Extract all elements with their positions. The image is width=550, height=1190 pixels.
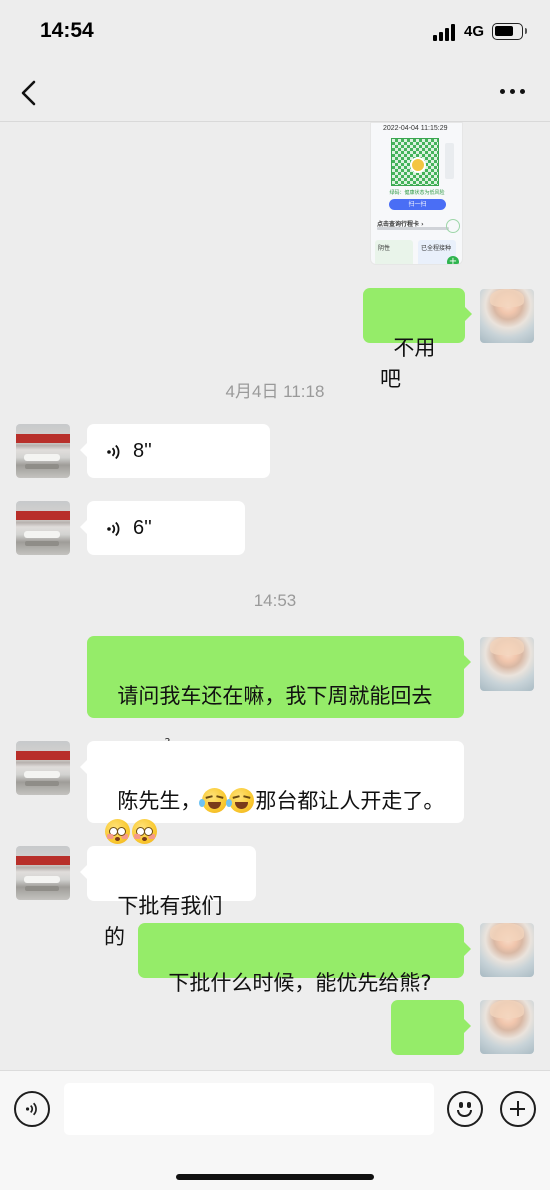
qr-datetime: 2022-04-04 11:15:29	[383, 125, 448, 132]
chat-header	[0, 62, 550, 122]
qr-status-text: 绿码：健康状态为低风险	[389, 190, 445, 196]
qr-tile-test: 阴性	[375, 240, 413, 264]
message-text-line1: 请问我车还在嘛，我下周就能回去	[117, 684, 433, 708]
laugh-cry-icon	[199, 788, 228, 813]
contact-avatar[interactable]	[16, 424, 70, 478]
message-bubble-incoming[interactable]: 陈先生， 那台都让人开走了。	[80, 741, 464, 844]
voice-wave-icon	[25, 1102, 37, 1116]
status-time: 14:54	[40, 19, 94, 42]
my-avatar[interactable]	[480, 923, 534, 977]
time-divider: 4月4日 11:18	[225, 382, 325, 401]
signal-icon	[433, 24, 457, 41]
time-divider: 14:53	[253, 591, 297, 610]
voice-wave-icon	[107, 444, 120, 460]
contact-avatar[interactable]	[16, 846, 70, 900]
message-bubble-outgoing[interactable]: 下批什么时候，能优先给熊?	[138, 923, 471, 995]
message-bubble-outgoing[interactable]: 我?	[391, 1000, 471, 1103]
voice-input-button[interactable]	[14, 1091, 50, 1127]
flushed-face-icon	[105, 819, 130, 844]
my-avatar[interactable]	[480, 1000, 534, 1054]
health-code-image[interactable]: 2022-04-04 11:15:29 绿码：健康状态为低风险 扫一扫 点击查询…	[370, 122, 463, 265]
message-text: 那台都让人开走了。	[255, 789, 445, 813]
battery-icon	[492, 23, 527, 40]
voice-duration: 6''	[133, 517, 152, 539]
home-indicator	[176, 1174, 374, 1180]
message-bubble-outgoing[interactable]: 请问我车还在嘛，我下周就能回去 了?	[87, 636, 471, 770]
contact-avatar[interactable]	[16, 501, 70, 555]
input-bar	[0, 1070, 550, 1190]
message-bubble-incoming[interactable]: 下批有我们的	[80, 846, 256, 949]
qr-scan-button: 扫一扫	[389, 199, 446, 210]
voice-wave-icon	[107, 521, 120, 537]
voice-duration: 8''	[133, 440, 152, 462]
message-text: 陈先生，	[117, 789, 202, 813]
message-text: 下批什么时候，能优先给熊?	[168, 971, 432, 995]
qr-tile-test-label: 阴性	[378, 245, 391, 252]
qr-side-panel	[445, 143, 454, 179]
plus-icon: +	[447, 256, 459, 264]
laugh-cry-icon	[226, 788, 255, 813]
status-bar: 14:54 4G	[0, 0, 550, 62]
message-bubble-outgoing[interactable]: 不用吧	[363, 288, 472, 391]
voice-message-bubble[interactable]: 6''	[80, 501, 245, 555]
flushed-face-icon	[132, 819, 157, 844]
qr-tile-vaccine-label: 已全程接种	[421, 245, 452, 252]
more-actions-button[interactable]	[500, 1091, 536, 1127]
more-options-icon[interactable]	[500, 88, 526, 96]
qr-fab-icon	[446, 219, 460, 233]
contact-avatar[interactable]	[16, 741, 70, 795]
voice-message-bubble[interactable]: 8''	[80, 424, 270, 478]
back-icon[interactable]	[18, 78, 40, 108]
qr-trip-subtext	[377, 227, 449, 230]
qr-code	[391, 138, 439, 186]
my-avatar[interactable]	[480, 289, 534, 343]
network-type: 4G	[464, 23, 485, 40]
my-avatar[interactable]	[480, 637, 534, 691]
emoji-button[interactable]	[447, 1091, 483, 1127]
message-input[interactable]	[64, 1083, 434, 1135]
